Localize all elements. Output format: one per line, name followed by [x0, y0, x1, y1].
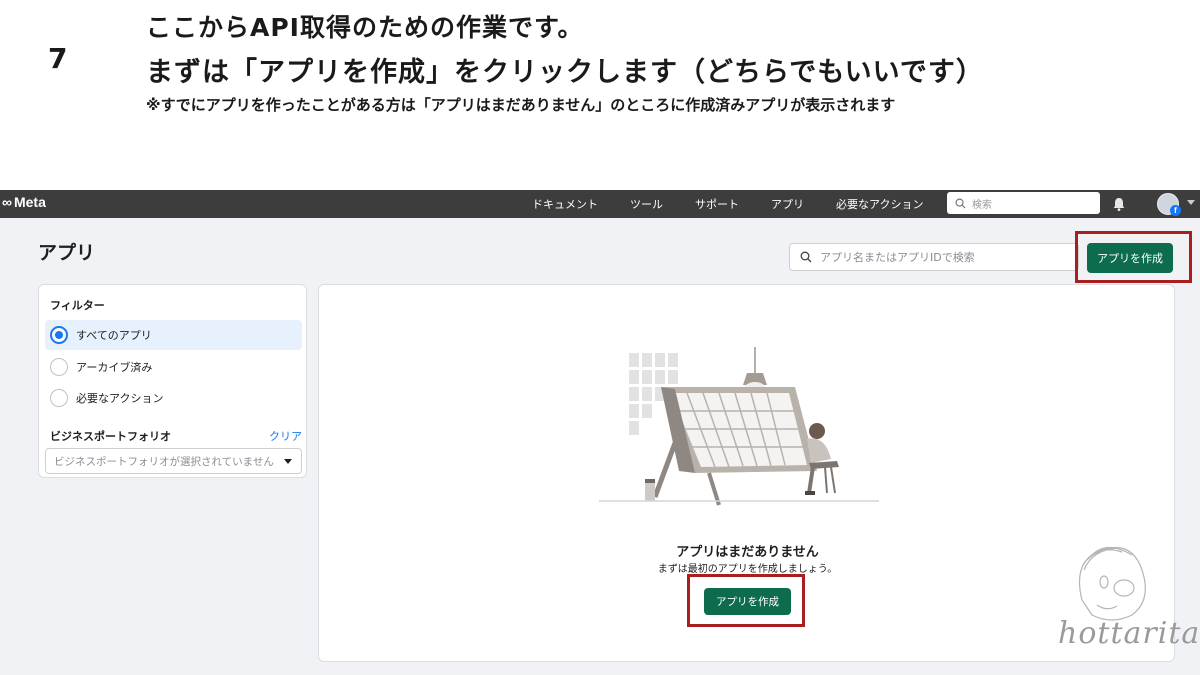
nav-link-documents[interactable]: ドキュメント — [532, 196, 598, 212]
chevron-down-icon[interactable] — [1187, 200, 1195, 205]
meta-logo-text: Meta — [13, 194, 46, 210]
radio-unselected-icon — [50, 358, 68, 376]
facebook-badge-icon: f — [1170, 205, 1181, 216]
search-icon — [955, 198, 966, 209]
filter-option-all-apps[interactable]: すべてのアプリ — [45, 320, 302, 350]
watermark-text: hottarita — [1058, 616, 1200, 651]
empty-state-illustration — [599, 347, 879, 506]
app-search-placeholder: アプリ名またはアプリIDで検索 — [820, 251, 975, 264]
business-portfolio-label: ビジネスポートフォリオ — [50, 430, 171, 443]
filter-panel: フィルター すべてのアプリ アーカイブ済み 必要なアクション ビジネスポートフォ… — [38, 284, 307, 478]
clear-filter-link[interactable]: クリア — [269, 428, 302, 444]
meta-logo[interactable]: ∞ Meta — [2, 194, 46, 210]
apps-main-panel: アプリはまだありません まずは最初のアプリを作成しましょう。 アプリを作成 — [318, 284, 1175, 662]
filter-option-label: 必要なアクション — [76, 392, 164, 405]
meta-infinity-icon: ∞ — [2, 194, 12, 210]
business-portfolio-select[interactable]: ビジネスポートフォリオが選択されていません — [45, 448, 302, 474]
nav-link-apps[interactable]: アプリ — [771, 196, 804, 212]
top-navigation-bar: ∞ Meta ドキュメント ツール サポート アプリ 必要なアクション 検索 f — [0, 190, 1200, 218]
nav-search-input[interactable]: 検索 — [947, 192, 1100, 214]
nav-links: ドキュメント ツール サポート アプリ 必要なアクション — [532, 196, 955, 212]
empty-state-subtitle: まずは最初のアプリを作成しましょう。 — [657, 564, 838, 575]
dropdown-caret-icon — [284, 459, 292, 464]
nav-link-tools[interactable]: ツール — [630, 196, 663, 212]
highlight-box-empty-state-button — [687, 574, 805, 627]
highlight-box-header-button — [1075, 231, 1192, 283]
empty-state-title: アプリはまだありません — [676, 545, 819, 560]
user-avatar[interactable]: f — [1157, 193, 1181, 216]
filter-option-archived[interactable]: アーカイブ済み — [45, 352, 302, 382]
business-portfolio-row: ビジネスポートフォリオ クリア — [50, 428, 302, 444]
nav-search-placeholder: 検索 — [972, 199, 992, 211]
screenshot-root: 7 ここからAPI取得のための作業です。 まずは「アプリを作成」をクリックします… — [0, 0, 1200, 675]
nav-link-required-actions[interactable]: 必要なアクション — [836, 196, 923, 212]
filter-option-label: すべてのアプリ — [76, 329, 152, 342]
caption-line-2: まずは「アプリを作成」をクリックします（どちらでもいいです） — [146, 57, 984, 88]
filter-title: フィルター — [50, 299, 105, 312]
step-number: 7 — [48, 42, 68, 75]
app-search-input[interactable]: アプリ名またはアプリIDで検索 — [789, 243, 1079, 271]
page-title: アプリ — [38, 242, 96, 264]
watermark-face-drawing-icon — [1078, 546, 1146, 621]
filter-option-required-actions[interactable]: 必要なアクション — [45, 383, 302, 413]
radio-unselected-icon — [50, 389, 68, 407]
meta-developer-app-page: ∞ Meta ドキュメント ツール サポート アプリ 必要なアクション 検索 f… — [0, 190, 1200, 675]
notification-bell-icon[interactable] — [1111, 196, 1127, 212]
radio-selected-icon — [50, 326, 68, 344]
filter-option-label: アーカイブ済み — [76, 361, 153, 374]
caption-line-1: ここからAPI取得のための作業です。 — [146, 13, 584, 42]
nav-link-support[interactable]: サポート — [695, 196, 739, 212]
caption-note: ※すでにアプリを作ったことがある方は「アプリはまだありません」のところに作成済み… — [146, 96, 896, 114]
search-icon — [800, 251, 812, 263]
business-portfolio-select-value: ビジネスポートフォリオが選択されていません — [54, 455, 274, 468]
